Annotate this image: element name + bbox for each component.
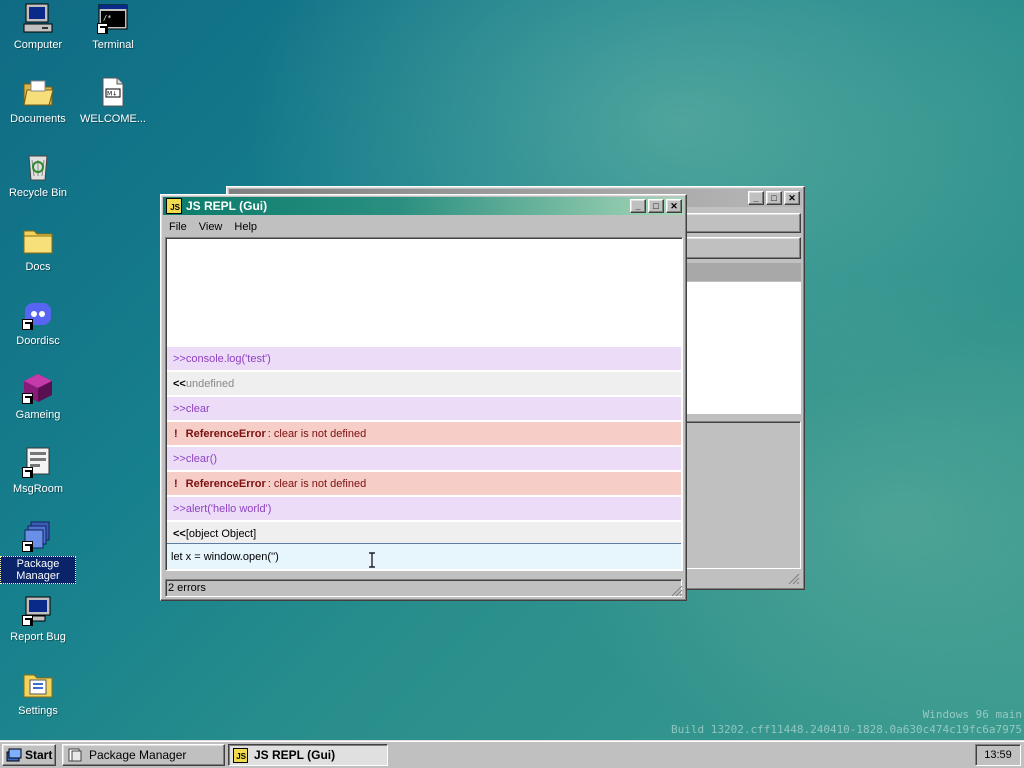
start-button[interactable]: Start bbox=[2, 744, 56, 766]
status-bar: 2 errors bbox=[165, 579, 682, 597]
package-manager-details bbox=[683, 421, 801, 569]
package-manager-searchbar bbox=[683, 237, 801, 259]
folder-open-icon bbox=[22, 76, 54, 108]
desktop-icon-report-bug[interactable]: Report Bug bbox=[0, 594, 76, 644]
log-line-input: >> clear() bbox=[167, 447, 681, 471]
menubar: File View Help bbox=[161, 217, 686, 237]
window-title: JS REPL (Gui) bbox=[186, 199, 268, 213]
js-repl-titlebar[interactable]: JS JS REPL (Gui) _ □ ✕ bbox=[163, 197, 684, 215]
build-watermark-line2: Build 13202.cff11448.240410-1828.0a630c4… bbox=[671, 723, 1022, 736]
minimize-icon: _ bbox=[753, 192, 759, 203]
close-icon: ✕ bbox=[670, 200, 678, 211]
shortcut-arrow-icon bbox=[22, 393, 33, 404]
minimize-icon: _ bbox=[635, 200, 641, 211]
game-icon bbox=[22, 372, 54, 404]
error-count: 2 errors bbox=[168, 582, 206, 594]
task-package-manager[interactable]: Package Manager bbox=[62, 744, 225, 766]
log-line-output: << undefined bbox=[167, 372, 681, 396]
maximize-icon: □ bbox=[653, 200, 659, 211]
package-manager-toolbar bbox=[683, 213, 801, 233]
shortcut-arrow-icon bbox=[22, 615, 33, 626]
shortcut-arrow-icon bbox=[97, 23, 108, 34]
svg-text:M↓: M↓ bbox=[107, 91, 117, 98]
minimize-button[interactable]: _ bbox=[630, 199, 646, 213]
console-panel: >> console.log('test') << undefined >> clea… bbox=[165, 237, 683, 571]
maximize-button[interactable]: □ bbox=[766, 191, 782, 205]
desktop-icon-computer[interactable]: Computer bbox=[0, 2, 76, 52]
desktop-icon-documents[interactable]: Documents bbox=[0, 76, 76, 126]
error-icon: ! bbox=[174, 477, 178, 490]
maximize-button[interactable]: □ bbox=[648, 199, 664, 213]
js-icon: JS bbox=[233, 747, 248, 763]
terminal-icon: /* bbox=[97, 2, 129, 34]
desktop-icon-recycle-bin[interactable]: Recycle Bin bbox=[0, 150, 76, 200]
desktop-icon-package-manager[interactable]: Package Manager bbox=[0, 520, 76, 584]
text-cursor-icon bbox=[368, 552, 376, 568]
settings-icon bbox=[22, 668, 54, 700]
menu-file[interactable]: File bbox=[163, 221, 193, 233]
desktop-icon-msgroom[interactable]: MsgRoom bbox=[0, 446, 76, 496]
package-manager-icon bbox=[22, 520, 54, 552]
minimize-button[interactable]: _ bbox=[748, 191, 764, 205]
menu-view[interactable]: View bbox=[193, 221, 229, 233]
resize-grip-icon[interactable] bbox=[788, 573, 800, 585]
doordisc-icon bbox=[22, 298, 54, 330]
js-icon: JS bbox=[166, 198, 182, 214]
msgroom-icon bbox=[22, 446, 54, 478]
shortcut-arrow-icon bbox=[22, 541, 33, 552]
desktop-icon-terminal[interactable]: /* Terminal bbox=[75, 2, 151, 52]
markdown-file-icon: M↓ bbox=[97, 76, 129, 108]
shortcut-arrow-icon bbox=[22, 467, 33, 478]
package-manager-list-header bbox=[683, 263, 801, 281]
log-line-error: ! ReferenceError: clear is not defined bbox=[167, 422, 681, 446]
error-icon: ! bbox=[174, 427, 178, 440]
repl-prompt bbox=[167, 543, 681, 569]
maximize-icon: □ bbox=[771, 192, 777, 203]
close-icon: ✕ bbox=[788, 192, 796, 203]
desktop-icon-docs[interactable]: Docs bbox=[0, 224, 76, 274]
desktop-icon-doordisc[interactable]: Doordisc bbox=[0, 298, 76, 348]
log-line-input: >> clear bbox=[167, 397, 681, 421]
close-button[interactable]: ✕ bbox=[784, 191, 800, 205]
desktop-icon-gameing[interactable]: Gameing bbox=[0, 372, 76, 422]
package-icon bbox=[67, 747, 83, 763]
menu-help[interactable]: Help bbox=[228, 221, 263, 233]
desktop-icon-welcome[interactable]: M↓ WELCOME... bbox=[75, 76, 151, 126]
report-bug-icon bbox=[22, 594, 54, 626]
build-watermark-line1: Windows 96 main bbox=[922, 708, 1022, 721]
repl-input[interactable] bbox=[171, 550, 681, 563]
log-line-input: >> alert('hello world') bbox=[167, 497, 681, 521]
js-repl-window[interactable]: JS JS REPL (Gui) _ □ ✕ File View Help >>… bbox=[160, 194, 687, 601]
package-manager-list[interactable] bbox=[683, 282, 801, 414]
log-line-input: >> console.log('test') bbox=[167, 347, 681, 371]
recycle-bin-icon bbox=[22, 150, 54, 182]
log-line-error: ! ReferenceError: clear is not defined bbox=[167, 472, 681, 496]
task-js-repl[interactable]: JS JS REPL (Gui) bbox=[228, 744, 388, 766]
computer-icon bbox=[22, 2, 54, 34]
shortcut-arrow-icon bbox=[22, 319, 33, 330]
desktop-icon-settings[interactable]: Settings bbox=[0, 668, 76, 718]
taskbar: Start Package Manager JS JS REPL (Gui) 1… bbox=[0, 740, 1024, 768]
console-log: >> console.log('test') << undefined >> clea… bbox=[167, 239, 681, 569]
start-logo-icon bbox=[6, 748, 22, 762]
resize-grip-icon[interactable] bbox=[671, 585, 683, 597]
close-button[interactable]: ✕ bbox=[666, 199, 682, 213]
folder-icon bbox=[22, 224, 54, 256]
svg-text:/*: /* bbox=[103, 14, 111, 22]
clock[interactable]: 13:59 bbox=[975, 744, 1021, 766]
